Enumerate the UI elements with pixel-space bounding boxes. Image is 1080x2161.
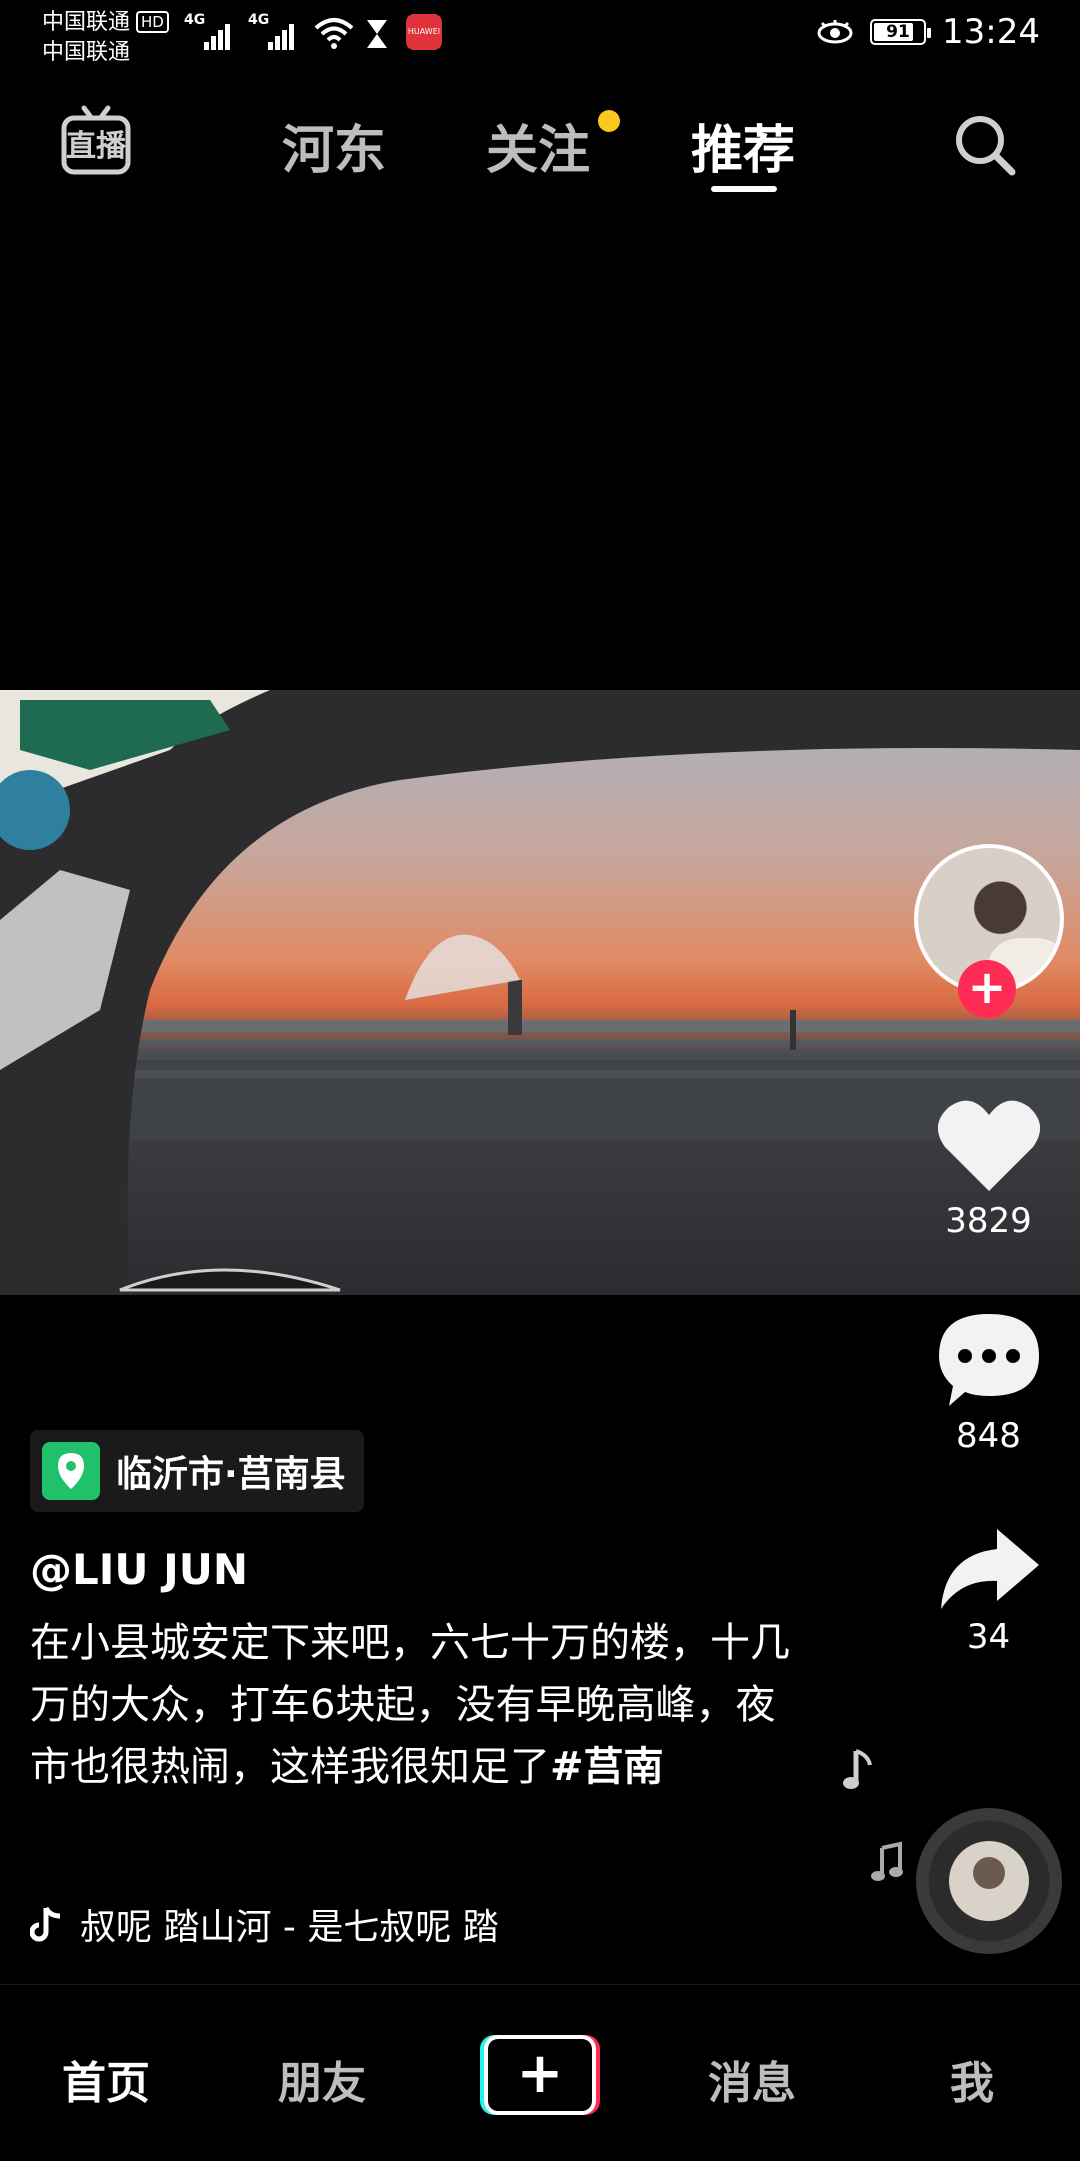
wifi-icon xyxy=(312,16,356,54)
nav-home[interactable]: 首页 xyxy=(62,2047,150,2111)
comment-count: 848 xyxy=(956,1416,1021,1456)
comment-icon xyxy=(938,1314,1039,1406)
search-icon[interactable] xyxy=(952,112,1018,178)
comment-button[interactable]: 848 xyxy=(926,1310,1051,1456)
nav-friends[interactable]: 朋友 xyxy=(278,2047,366,2111)
music-ticker[interactable]: 叔呢 踏山河 - 是七叔呢 踏 xyxy=(30,1896,570,1952)
network-type-2: 4G xyxy=(248,12,270,28)
share-button[interactable]: 34 xyxy=(926,1525,1051,1657)
carrier-2: 中国联通 xyxy=(42,40,131,65)
notification-dot xyxy=(598,110,620,132)
music-cover xyxy=(949,1841,1029,1921)
like-count: 3829 xyxy=(945,1201,1032,1241)
tab-recommend[interactable]: 推荐 xyxy=(691,108,795,183)
top-nav: 直播 河东 关注 推荐 xyxy=(0,90,1080,200)
live-label: 直播 xyxy=(66,129,127,164)
post-description: 在小县城安定下来吧，六七十万的楼，十几万的大众，打车6块起，没有早晚高峰，夜市也… xyxy=(30,1612,790,1798)
hashtag-link[interactable]: #莒南 xyxy=(550,1744,664,1790)
share-count: 34 xyxy=(966,1617,1011,1657)
share-icon xyxy=(940,1529,1039,1609)
tiktok-note-icon xyxy=(30,1906,61,1942)
music-title: 叔呢 踏山河 - 是七叔呢 踏 xyxy=(80,1907,499,1948)
carrier-1: 中国联通 xyxy=(42,10,131,35)
battery-level: 91 xyxy=(886,22,910,42)
nav-me[interactable]: 我 xyxy=(950,2047,994,2111)
hd-badge: HD xyxy=(136,11,169,33)
signal-icon-2: 4G xyxy=(248,12,300,54)
clock: 13:24 xyxy=(942,12,1040,52)
music-note-icon-2 xyxy=(868,1840,908,1894)
follow-button[interactable]: + xyxy=(958,960,1016,1018)
status-bar: 中国联通 HD 中国联通 4G 4G HUAWEI 91 13:24 xyxy=(0,0,1080,70)
app-notification-icon: HUAWEI xyxy=(406,14,442,50)
nav-messages[interactable]: 消息 xyxy=(708,2047,796,2111)
tab-hedong[interactable]: 河东 xyxy=(282,108,386,183)
battery-icon: 91 xyxy=(870,19,932,45)
music-disc[interactable] xyxy=(916,1808,1062,1954)
heart-icon xyxy=(937,1100,1040,1191)
music-note-icon xyxy=(840,1745,880,1799)
description-text: 在小县城安定下来吧，六七十万的楼，十几万的大众，打车6块起，没有早晚高峰，夜市也… xyxy=(30,1620,790,1790)
active-tab-indicator xyxy=(711,186,777,192)
eye-icon xyxy=(817,20,853,44)
signal-icon: 4G xyxy=(184,12,236,54)
like-button[interactable]: 3829 xyxy=(926,1095,1051,1241)
location-label: 临沂市·莒南县 xyxy=(116,1454,346,1495)
video-player[interactable] xyxy=(0,690,1080,1295)
network-type-1: 4G xyxy=(184,12,206,28)
live-icon[interactable]: 直播 xyxy=(60,104,132,180)
location-tag[interactable]: 临沂市·莒南县 xyxy=(30,1430,364,1512)
carrier-info: 中国联通 HD 中国联通 xyxy=(42,8,169,68)
plus-icon: + xyxy=(488,2039,592,2111)
tab-following[interactable]: 关注 xyxy=(486,108,590,183)
status-right: 91 13:24 xyxy=(816,12,1040,52)
bottom-nav: 首页 朋友 + 消息 我 xyxy=(0,1984,1080,2161)
create-button[interactable]: + xyxy=(480,2035,600,2115)
author-name[interactable]: @LIU JUN xyxy=(30,1545,248,1594)
location-pin-icon xyxy=(42,1442,100,1500)
hourglass-icon xyxy=(364,18,390,54)
video-frame-image xyxy=(0,690,1080,1295)
